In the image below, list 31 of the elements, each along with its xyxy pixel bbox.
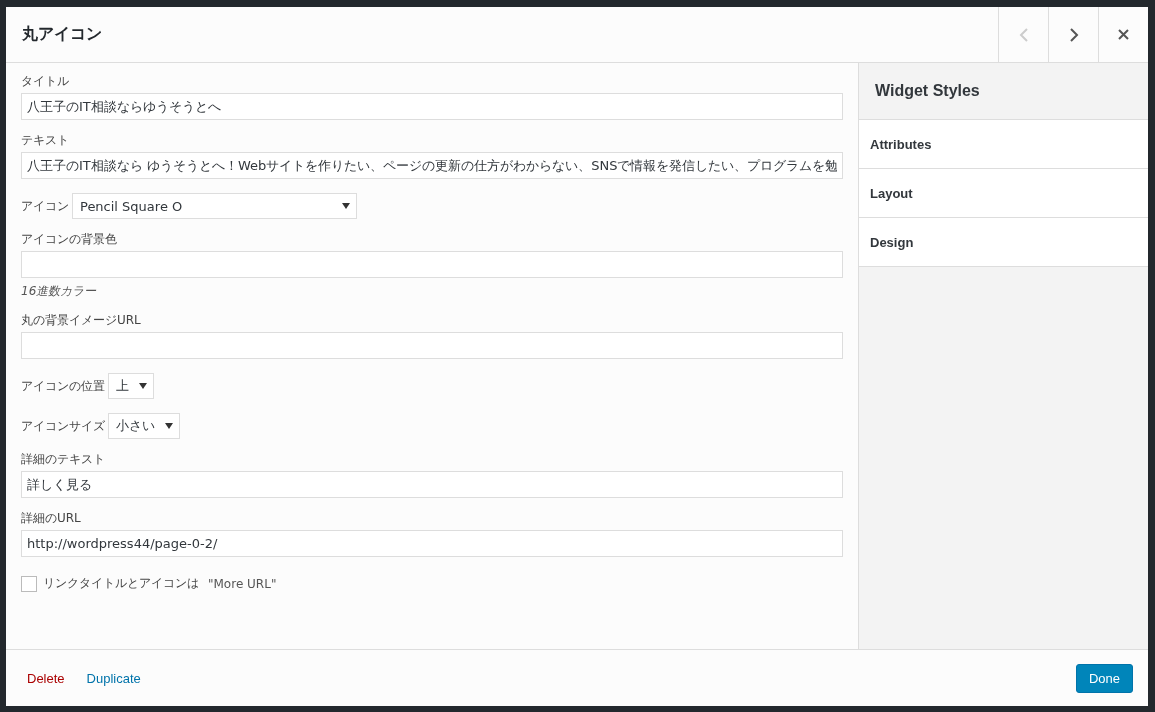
checkbox-label: リンクタイトルとアイコンは (43, 575, 199, 592)
text-field[interactable]: http://wordpress44/page-0-2/ (21, 530, 843, 557)
checkbox[interactable] (21, 575, 37, 592)
sidebar-section[interactable]: Attributes (859, 120, 1148, 169)
field-label: アイコンの背景色 (21, 231, 118, 248)
dialog-title: 丸アイコン (21, 23, 103, 45)
checkbox-note: "More URL" (208, 576, 277, 591)
select-field[interactable]: Pencil Square O (72, 193, 357, 219)
text-field[interactable] (21, 332, 843, 359)
text-field[interactable] (21, 251, 843, 278)
field-label: アイコンサイズ (21, 417, 105, 435)
done-button[interactable]: Done (1075, 663, 1133, 693)
text-field[interactable]: 八王子のIT相談ならゆうそうとへ (21, 93, 843, 120)
field-label: アイコンの位置 (21, 377, 105, 395)
caret-icon (342, 203, 350, 209)
field-label: 丸の背景イメージURL (21, 312, 142, 329)
select-field[interactable]: 上 (108, 373, 154, 399)
caret-icon (139, 383, 147, 389)
field-label: タイトル (21, 73, 70, 90)
delete-link[interactable]: Delete (27, 670, 65, 686)
sidebar-section[interactable]: Layout (859, 169, 1148, 218)
field-label: 詳細のURL (21, 510, 82, 527)
select-field[interactable]: 小さい (108, 413, 180, 439)
field-label: 詳細のテキスト (21, 451, 106, 468)
field-label: テキスト (21, 132, 70, 149)
caret-icon (165, 423, 173, 429)
sidebar-section[interactable]: Design (859, 218, 1148, 267)
field-label: アイコン (21, 197, 69, 215)
text-field[interactable]: 詳しく見る (21, 471, 843, 498)
field-hint: 16進数カラー (21, 283, 98, 300)
footer-link[interactable]: Duplicate (86, 670, 141, 686)
